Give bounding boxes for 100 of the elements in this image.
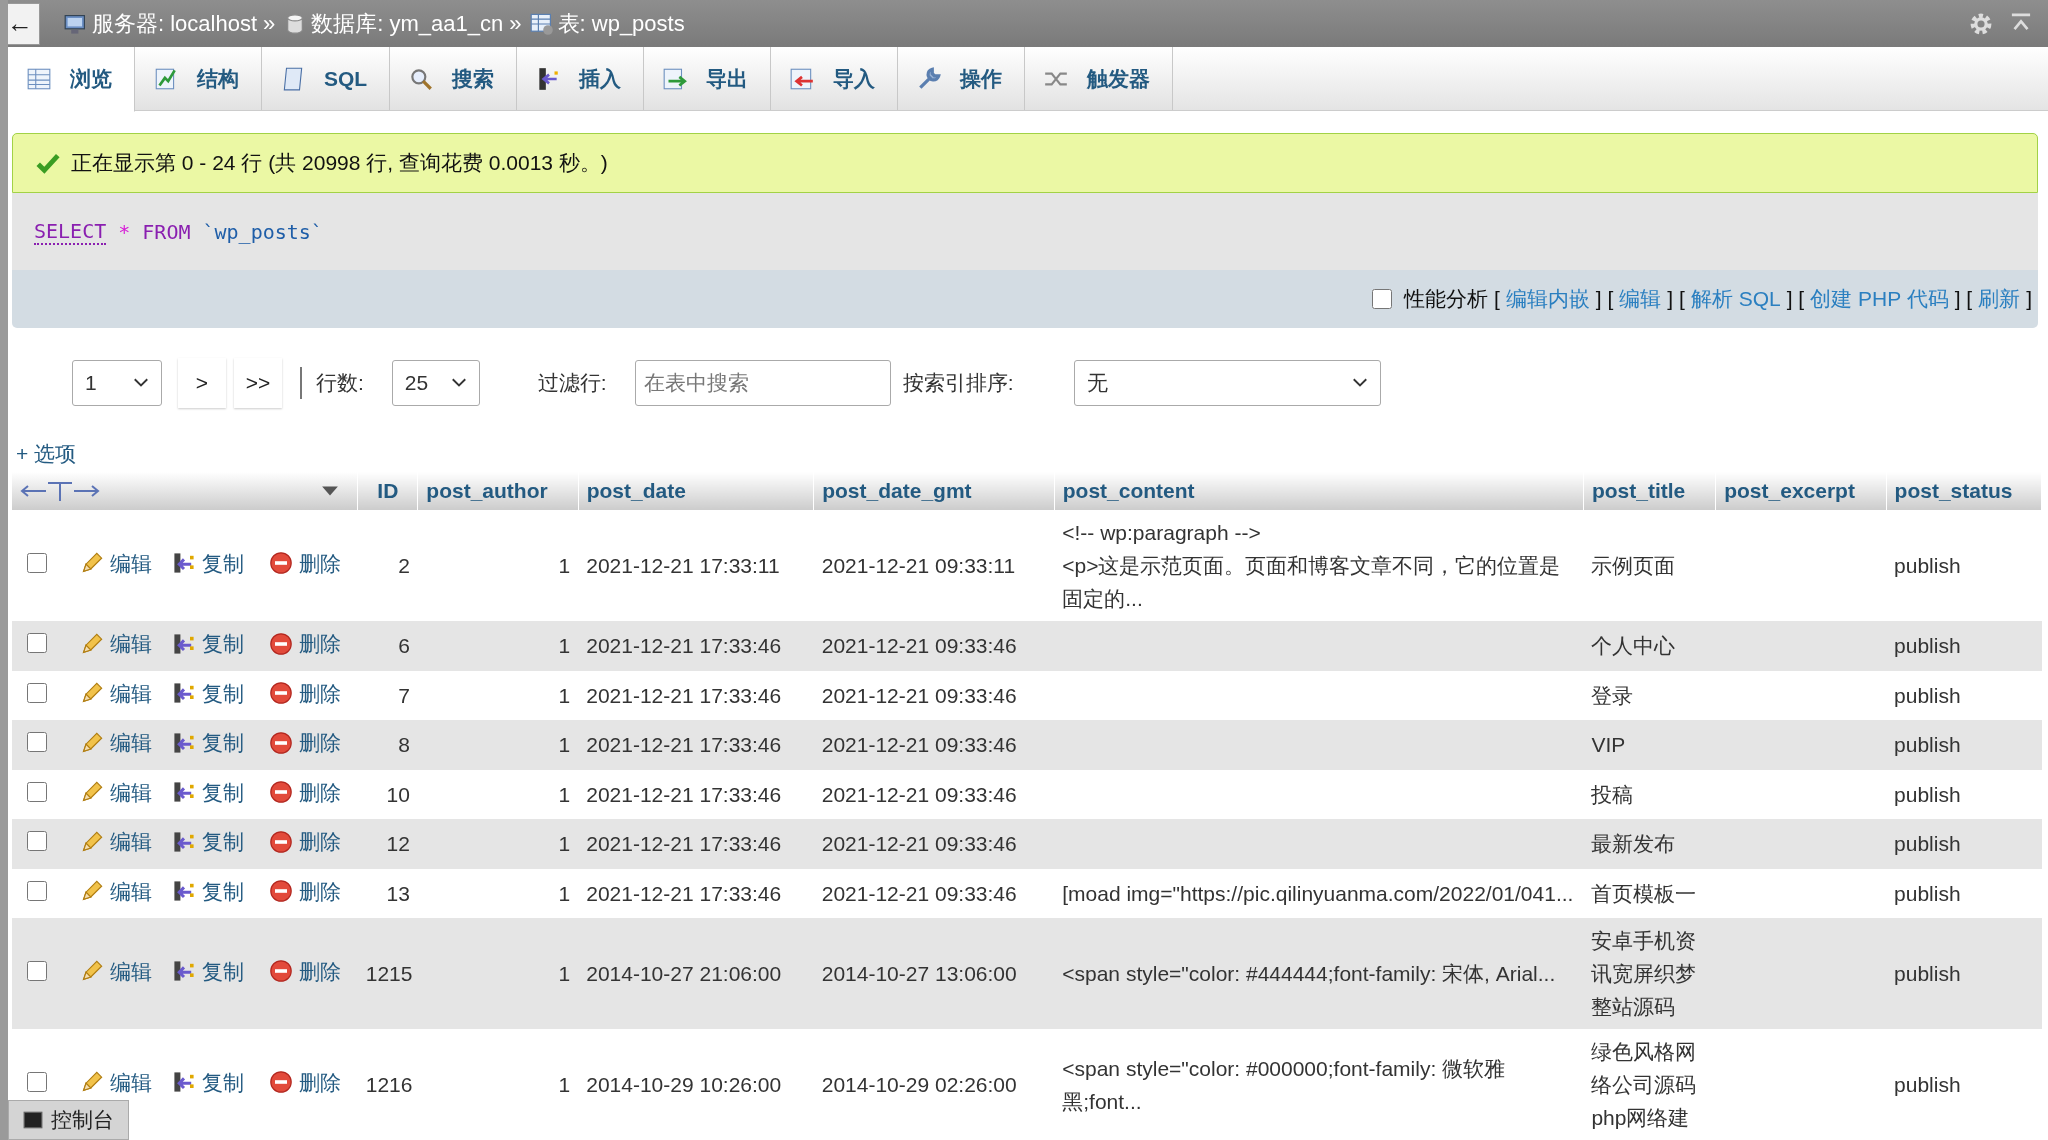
pencil-icon [80, 780, 105, 804]
table-cell: 首页模板一 [1591, 881, 1697, 905]
row-checkbox[interactable] [27, 633, 48, 654]
rows-select[interactable]: 25 [391, 360, 480, 406]
profiling-checkbox[interactable] [1371, 289, 1392, 309]
delete-icon [268, 681, 293, 705]
table-cell: VIP [1591, 733, 1626, 757]
table-cell: 1 [558, 634, 571, 658]
table-cell: 2014-10-27 13:06:00 [821, 962, 1017, 985]
row-checkbox[interactable] [27, 732, 48, 753]
bracket-text: ] [ [1667, 287, 1685, 311]
back-button[interactable]: ← [8, 2, 40, 45]
column-header[interactable]: post_excerpt [1715, 472, 1887, 510]
insert-icon [172, 829, 197, 854]
delete-link[interactable]: 删除 [268, 1065, 341, 1099]
column-header[interactable]: post_date [578, 472, 814, 510]
bracket-text: ] [ [1786, 287, 1805, 311]
row-checkbox[interactable] [27, 880, 48, 901]
row-checkbox[interactable] [27, 553, 48, 573]
delete-icon [268, 959, 293, 984]
delete-link[interactable]: 删除 [268, 676, 341, 710]
table-cell: 2014-10-29 10:26:00 [586, 1073, 782, 1096]
arrows-icon[interactable] [20, 479, 100, 503]
row-checkbox[interactable] [27, 1072, 48, 1092]
breadcrumb-link[interactable]: 数据库: ym_aa1_cn [311, 8, 504, 39]
table-cell: 1 [558, 1073, 571, 1096]
sql-token: SELECT [34, 218, 107, 245]
page-select[interactable]: 1 [72, 360, 162, 406]
edit-link[interactable]: 编辑 [80, 775, 153, 809]
copy-link[interactable]: 复制 [172, 775, 245, 809]
edit-link[interactable]: 编辑 [80, 676, 153, 710]
table-cell: 2021-12-21 09:33:11 [821, 554, 1016, 577]
table-cell: 12 [386, 832, 410, 856]
table-cell: 2021-12-21 17:33:46 [586, 683, 782, 707]
pencil-icon [80, 829, 105, 854]
column-header[interactable]: post_date_gmt [813, 472, 1055, 510]
table-cell: 1 [558, 554, 571, 577]
table-cell: publish [1894, 832, 1961, 856]
delete-link[interactable]: 删除 [268, 546, 341, 580]
table-cell: 登录 [1591, 683, 1634, 707]
table-cell: 1 [558, 782, 571, 806]
console-button[interactable]: 控制台 [8, 1100, 129, 1140]
filter-field[interactable]: 在表中搜索 [634, 360, 891, 406]
options-link[interactable]: + 选项 [16, 440, 77, 468]
pencil-icon [80, 879, 105, 903]
insert-icon [172, 879, 197, 903]
copy-link[interactable]: 复制 [172, 546, 245, 580]
insert-icon [172, 959, 197, 984]
table-cell: 2021-12-21 09:33:46 [821, 733, 1017, 757]
bracket-text: ] [ [1954, 287, 1973, 311]
insert-icon [172, 1070, 197, 1095]
tab[interactable]: 浏览 [8, 47, 135, 112]
message-text: 正在显示第 0 - 24 行 (共 20998 行, 查询花费 0.0013 秒。) [71, 150, 608, 176]
table-cell: publish [1894, 733, 1961, 757]
delete-link[interactable]: 删除 [268, 874, 341, 908]
caret-icon [1351, 378, 1368, 388]
copy-link[interactable]: 复制 [172, 874, 245, 908]
table-cell: publish [1894, 554, 1961, 577]
table-cell: publish [1894, 782, 1961, 806]
next-page-button[interactable]: > [178, 358, 226, 408]
table-cell: 6 [398, 634, 410, 658]
sort-label: 按索引排序: [902, 370, 1014, 396]
edit-link[interactable]: 编辑 [80, 1065, 153, 1099]
row-checkbox[interactable] [27, 831, 48, 852]
column-header[interactable]: post_status [1886, 472, 2042, 510]
table-cell: 2014-10-27 21:06:00 [586, 962, 782, 985]
row-checkbox[interactable] [27, 781, 48, 802]
delete-link[interactable]: 删除 [268, 775, 341, 809]
row-checkbox[interactable] [27, 682, 48, 703]
caret-icon [133, 378, 149, 388]
sql-token: FROM [142, 219, 191, 244]
table-cell: 1 [558, 683, 571, 707]
delete-icon [268, 631, 293, 656]
column-header[interactable]: ID [357, 472, 418, 510]
sql-token: * [118, 219, 131, 244]
edit-link[interactable]: 编辑 [80, 874, 153, 908]
column-header[interactable]: post_content [1054, 472, 1584, 510]
sort-select[interactable]: 无 [1073, 360, 1381, 406]
bracket-text: [ [1493, 287, 1500, 311]
table-cell: 示例页面 [1591, 554, 1676, 577]
table-cell: 2014-10-29 02:26:00 [821, 1073, 1017, 1096]
copy-link[interactable]: 复制 [172, 1065, 245, 1099]
table-cell: publish [1894, 962, 1961, 985]
column-header[interactable]: post_title [1583, 472, 1716, 510]
table-cell: 2021-12-21 17:33:11 [586, 554, 780, 577]
pencil-icon [80, 681, 105, 705]
edit-link[interactable]: 编辑 [80, 546, 153, 580]
last-page-button[interactable]: >> [234, 358, 282, 408]
table-cell: 2021-12-21 09:33:46 [821, 683, 1017, 707]
table-cell: 8 [398, 733, 410, 757]
dropdown-icon[interactable] [321, 485, 340, 497]
row-checkbox[interactable] [27, 961, 48, 981]
caret-icon [450, 378, 467, 388]
sql-token: `wp_posts` [202, 219, 323, 244]
breadcrumb-link[interactable]: 服务器: localhost [92, 8, 258, 39]
column-header[interactable]: post_author [417, 472, 579, 510]
table-cell: publish [1894, 683, 1961, 707]
delete-icon [268, 780, 293, 804]
copy-link[interactable]: 复制 [172, 676, 245, 710]
breadcrumb-link[interactable]: 表: wp_posts [557, 8, 685, 39]
